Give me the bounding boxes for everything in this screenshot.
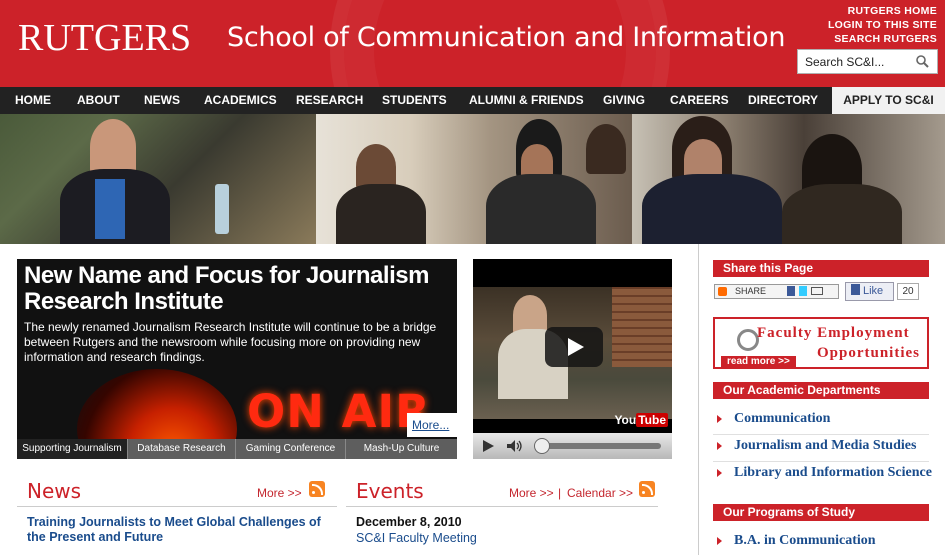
- volume-icon[interactable]: [507, 440, 523, 452]
- dept-separator: [713, 434, 929, 435]
- feature-body: The newly renamed Journalism Research In…: [24, 320, 437, 364]
- events-separator: |: [558, 486, 562, 500]
- nav-research[interactable]: RESEARCH: [296, 87, 363, 114]
- programs-title: Our Programs of Study: [713, 504, 929, 521]
- news-item[interactable]: Training Journalists to Meet Global Chal…: [27, 515, 337, 545]
- feature-headline[interactable]: New Name and Focus for Journalism Resear…: [24, 263, 444, 315]
- dept-separator: [713, 461, 929, 462]
- arrow-right-icon: [717, 414, 722, 423]
- nav-apply[interactable]: APPLY TO SC&I: [832, 87, 945, 114]
- school-name[interactable]: School of Communication and Information: [227, 22, 786, 53]
- nav-directory[interactable]: DIRECTORY: [748, 87, 818, 114]
- event-date: December 8, 2010: [356, 515, 462, 529]
- program-label: B.A. in Communication: [734, 533, 876, 548]
- facebook-like-button[interactable]: Like: [845, 282, 894, 301]
- search-rutgers-link[interactable]: SEARCH RUTGERS: [828, 32, 937, 46]
- faculty-line1: Faculty Employment: [757, 325, 910, 341]
- dept-library[interactable]: Library and Information Science: [717, 465, 932, 481]
- nav-alumni-friends[interactable]: ALUMNI & FRIENDS: [469, 87, 584, 114]
- like-label: Like: [863, 285, 884, 297]
- feature-tabs: Supporting Journalism Database Research …: [17, 439, 457, 459]
- video-progress-bar[interactable]: [535, 443, 661, 449]
- sidebar-divider: [698, 244, 699, 555]
- arrow-right-icon: [717, 441, 722, 450]
- feature-more-link[interactable]: More...: [407, 413, 457, 437]
- nav-academics[interactable]: ACADEMICS: [204, 87, 277, 114]
- nav-students[interactable]: STUDENTS: [382, 87, 447, 114]
- events-title[interactable]: Events: [356, 479, 424, 503]
- rutgers-logo[interactable]: RUTGERS: [18, 16, 191, 60]
- video-scrub-handle[interactable]: [534, 438, 550, 454]
- banner-photo-speaker: [0, 114, 316, 244]
- youtube-tube-text: Tube: [636, 413, 668, 427]
- video-player[interactable]: You Tube: [473, 259, 672, 459]
- youtube-you-text: You: [614, 413, 637, 427]
- search-icon[interactable]: [916, 55, 929, 68]
- youtube-logo[interactable]: You Tube: [614, 413, 668, 427]
- play-button-icon[interactable]: [483, 440, 494, 452]
- main-nav: HOME ABOUT NEWS ACADEMICS RESEARCH STUDE…: [0, 87, 945, 114]
- like-count: 20: [897, 283, 919, 300]
- events-more-link[interactable]: More >>: [509, 486, 554, 500]
- banner-photo-discussion: [632, 114, 945, 244]
- search-input[interactable]: [798, 50, 908, 73]
- nav-careers[interactable]: CAREERS: [670, 87, 729, 114]
- banner-photo-students: [316, 114, 632, 244]
- play-icon[interactable]: [545, 327, 603, 367]
- rutgers-home-link[interactable]: RUTGERS HOME: [828, 4, 937, 18]
- magnifier-icon: [737, 329, 759, 351]
- events-divider: [346, 506, 658, 507]
- site-header: RUTGERS School of Communication and Info…: [0, 0, 945, 87]
- arrow-right-icon: [717, 468, 722, 477]
- facebook-like-icon: [851, 284, 860, 295]
- tab-mash-up-culture[interactable]: Mash-Up Culture: [346, 439, 457, 459]
- tab-gaming-conference[interactable]: Gaming Conference: [236, 439, 346, 459]
- tab-supporting-journalism[interactable]: Supporting Journalism: [17, 439, 128, 459]
- events-rss-icon[interactable]: [639, 481, 655, 497]
- departments-title: Our Academic Departments: [713, 382, 929, 399]
- tab-database-research[interactable]: Database Research: [128, 439, 236, 459]
- faculty-line2: Opportunities: [816, 345, 920, 361]
- email-icon: [811, 287, 823, 295]
- top-links: RUTGERS HOME LOGIN TO THIS SITE SEARCH R…: [828, 4, 937, 46]
- news-rss-icon[interactable]: [309, 481, 325, 497]
- arrow-right-icon: [717, 536, 722, 545]
- site-search: [797, 49, 938, 74]
- feature-slideshow[interactable]: ON AIR New Name and Focus for Journalism…: [17, 259, 457, 459]
- faculty-employment-banner[interactable]: Faculty Employment Opportunities read mo…: [713, 317, 929, 369]
- nav-home[interactable]: HOME: [15, 87, 51, 114]
- dept-journalism[interactable]: Journalism and Media Studies: [717, 438, 916, 454]
- dept-label: Library and Information Science: [734, 465, 932, 480]
- login-link[interactable]: LOGIN TO THIS SITE: [828, 18, 937, 32]
- news-title[interactable]: News: [27, 479, 81, 503]
- share-label: SHARE: [735, 286, 767, 296]
- program-ba-communication[interactable]: B.A. in Communication: [717, 533, 876, 549]
- on-air-sign: ON AIR: [247, 385, 431, 438]
- share-title: Share this Page: [713, 260, 929, 277]
- calendar-link[interactable]: Calendar >>: [567, 486, 633, 500]
- news-more-link[interactable]: More >>: [257, 486, 302, 500]
- facebook-icon: [787, 286, 795, 296]
- dept-label: Communication: [734, 411, 831, 426]
- dept-communication[interactable]: Communication: [717, 411, 830, 427]
- event-title[interactable]: SC&I Faculty Meeting: [356, 531, 477, 545]
- video-controls: [473, 433, 672, 459]
- nav-about[interactable]: ABOUT: [77, 87, 120, 114]
- dept-label: Journalism and Media Studies: [734, 438, 917, 453]
- photo-banner: [0, 114, 945, 244]
- video-brick-wall: [612, 287, 672, 367]
- nav-giving[interactable]: GIVING: [603, 87, 645, 114]
- share-icon: [718, 287, 727, 296]
- nav-news[interactable]: NEWS: [144, 87, 180, 114]
- share-button[interactable]: SHARE: [714, 284, 839, 299]
- news-divider: [17, 506, 337, 507]
- twitter-icon: [799, 286, 807, 296]
- read-more-link[interactable]: read more >>: [721, 356, 796, 368]
